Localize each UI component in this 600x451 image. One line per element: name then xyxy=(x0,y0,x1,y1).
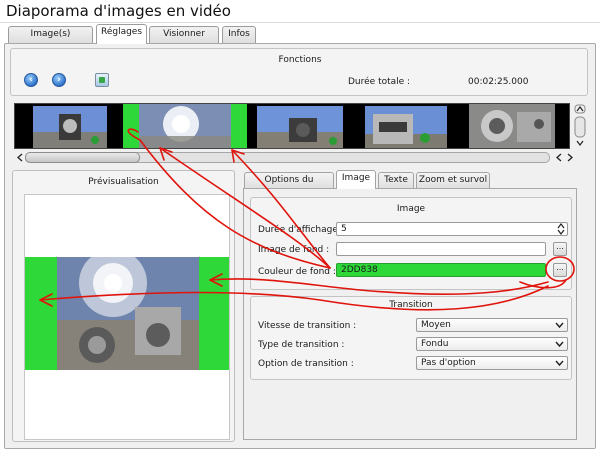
filmstrip-frame[interactable] xyxy=(355,104,459,148)
tab-options-montage[interactable]: Options du montage xyxy=(244,172,334,199)
transition-group-title: Transition xyxy=(389,300,433,310)
preview-image xyxy=(25,249,229,370)
vitesse-value: Moyen xyxy=(421,320,451,330)
tab-image[interactable]: Image xyxy=(336,170,376,189)
browse-image-button[interactable]: ... xyxy=(553,242,567,256)
spin-arrows-icon[interactable] xyxy=(557,223,565,235)
image-fond-input[interactable] xyxy=(336,242,546,256)
filmstrip-frame[interactable] xyxy=(459,104,569,148)
scroll-left-button[interactable] xyxy=(15,152,25,163)
type-label: Type de transition : xyxy=(258,340,345,350)
couleur-label: Couleur de fond : xyxy=(258,267,336,277)
tab-infos[interactable]: Infos xyxy=(222,26,256,43)
thumbnail-image xyxy=(365,106,447,148)
filmstrip[interactable] xyxy=(14,103,570,149)
vitesse-label: Vitesse de transition : xyxy=(258,321,357,331)
tab-texte[interactable]: Texte xyxy=(378,172,414,188)
filmstrip-frame-selected[interactable] xyxy=(123,104,247,148)
option-value: Pas d'option xyxy=(421,358,476,368)
add-image-button[interactable] xyxy=(95,73,109,87)
arrow-left-icon: ‹ xyxy=(29,75,33,85)
option-select[interactable]: Pas d'option xyxy=(416,356,568,370)
preview-canvas xyxy=(24,194,230,440)
title-divider xyxy=(0,22,600,23)
thumbnail-image xyxy=(139,104,231,148)
previous-button[interactable]: ‹ xyxy=(24,73,38,87)
tab-visionner-video[interactable]: Visionner vidéo xyxy=(149,26,219,54)
option-label: Option de transition : xyxy=(258,359,354,369)
next-button[interactable]: › xyxy=(52,73,66,87)
tab-reglages[interactable]: Réglages xyxy=(96,24,147,44)
scroll-right-button[interactable] xyxy=(565,152,575,163)
chevron-down-icon xyxy=(555,341,564,348)
thumbnail-image xyxy=(469,104,555,148)
duree-value: 5 xyxy=(341,224,347,234)
tab-images-sources[interactable]: Image(s) source(s) xyxy=(8,26,93,54)
window-title: Diaporama d'images en vidéo xyxy=(6,2,231,20)
filmstrip-scroll-thumb[interactable] xyxy=(25,152,140,163)
chevron-down-icon xyxy=(555,360,564,367)
fond-label: Image de fond : xyxy=(258,245,330,255)
duration-label: Durée totale : xyxy=(348,77,411,87)
fonctions-title: Fonctions xyxy=(278,55,322,65)
browse-color-button[interactable]: ... xyxy=(553,263,567,277)
filmstrip-frame[interactable] xyxy=(247,104,355,148)
vitesse-select[interactable]: Moyen xyxy=(416,318,568,332)
type-select[interactable]: Fondu xyxy=(416,337,568,351)
preview-title: Prévisualisation xyxy=(88,177,159,187)
image-group-title: Image xyxy=(396,204,426,214)
duree-spinbox[interactable]: 5 xyxy=(336,222,568,236)
filmstrip-vertical-scroll[interactable] xyxy=(573,103,587,149)
duration-value: 00:02:25.000 xyxy=(468,77,529,87)
chevron-down-icon xyxy=(555,322,564,329)
tab-zoom-survol[interactable]: Zoom et survol xyxy=(416,172,490,188)
filmstrip-frame[interactable] xyxy=(15,104,123,148)
thumbnail-image xyxy=(33,106,107,148)
type-value: Fondu xyxy=(421,339,449,349)
thumbnail-image xyxy=(257,106,343,148)
couleur-fond-input[interactable]: 2DD838 xyxy=(336,263,546,277)
duree-label: Durée d'affichage : xyxy=(258,225,344,235)
fonctions-group: Fonctions xyxy=(10,48,588,96)
scroll-left-end-button[interactable] xyxy=(554,152,564,163)
arrow-right-icon: › xyxy=(57,75,61,85)
